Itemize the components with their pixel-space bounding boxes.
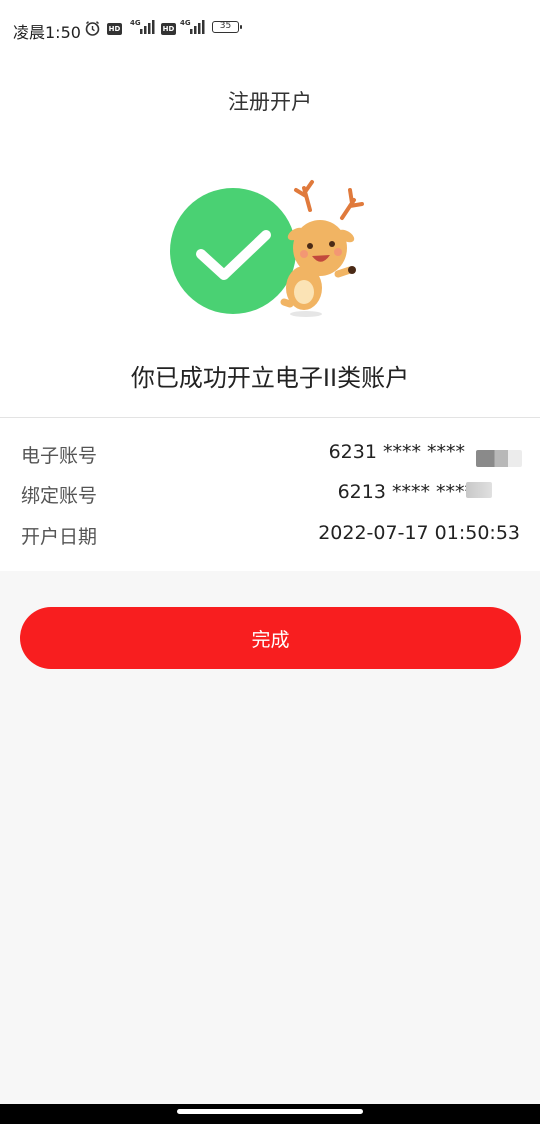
battery-icon: 35	[212, 21, 242, 33]
done-button[interactable]: 完成	[20, 607, 521, 669]
hd-icon: HD	[107, 23, 122, 35]
open-date-label: 开户日期	[21, 526, 98, 548]
hd-icon: HD	[161, 23, 176, 35]
open-date-value: 2022-07-17 01:50:53	[318, 522, 520, 544]
alarm-icon	[84, 20, 101, 41]
redaction-mask	[466, 482, 492, 498]
divider	[0, 417, 540, 418]
status-bar: 凌晨1:50 HD 4G HD 4G 35	[0, 0, 540, 58]
deer-mascot-icon	[280, 180, 364, 317]
electronic-account-label: 电子账号	[21, 445, 98, 467]
success-illustration	[168, 178, 374, 320]
page-title: 注册开户	[228, 90, 312, 114]
open-date-row: 开户日期 2022-07-17 01:50:53	[0, 522, 540, 550]
success-message: 你已成功开立电子II类账户	[130, 364, 410, 392]
status-time: 凌晨1:50	[13, 23, 81, 42]
redaction-mask	[476, 450, 522, 467]
bound-account-label: 绑定账号	[21, 485, 98, 507]
signal-icon: 4G	[130, 19, 156, 35]
bound-account-row: 绑定账号 6213 **** ****	[0, 481, 540, 509]
electronic-account-row: 电子账号 6231 **** ****	[0, 441, 540, 469]
bound-account-value: 6213 **** ****	[337, 481, 474, 503]
signal-icon: 4G	[180, 19, 206, 35]
electronic-account-value: 6231 **** ****	[328, 441, 465, 463]
success-check-icon	[170, 188, 296, 314]
navigation-bar	[0, 1104, 540, 1124]
home-indicator[interactable]	[177, 1109, 363, 1114]
